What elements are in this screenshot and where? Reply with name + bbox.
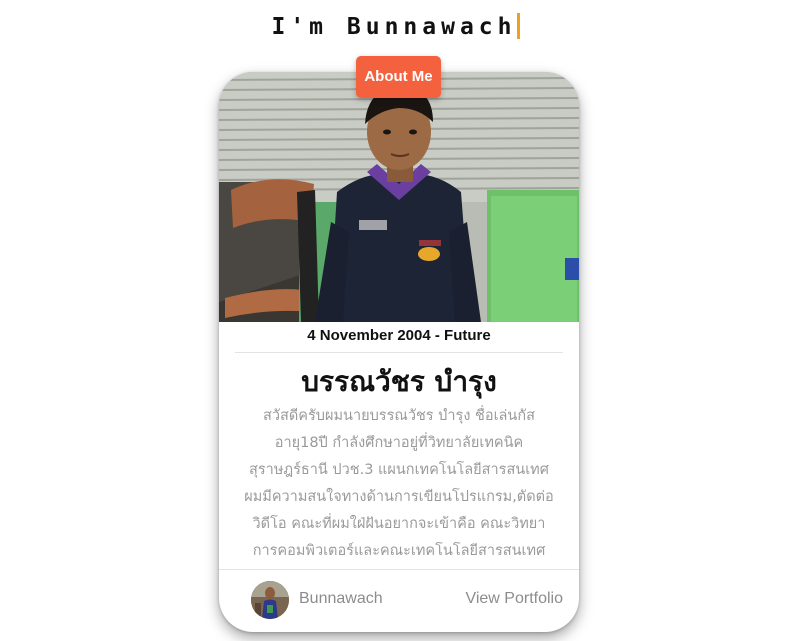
typing-title: I'm Bunnawach [0,12,791,42]
bio-line: สวัสดีครับผมนายบรรณวัชร บำรุง ชื่อเล่นกั… [263,408,535,424]
profile-photo [219,72,579,322]
divider [235,352,563,353]
bio-line: อายุ18ปี กำลังศึกษาอยู่ที่วิทยาลัยเทคนิค [274,435,524,451]
bio-line: วิดีโอ คณะที่ผมใฝ่ฝันอยากจะเข้าคือ คณะวิ… [252,516,546,532]
page: I'm Bunnawach About Me 4 November 2004 -… [0,0,791,641]
bio-line: การคอมพิวเตอร์และคณะเทคโนโลยีสารสนเทศ [252,543,546,559]
bio-line: ผมมีความสนใจทางด้านการเขียนโปรแกรม,ตัดต่… [244,489,554,505]
username: Bunnawach [299,590,383,607]
date-range: 4 November 2004 - Future [307,327,491,344]
bio-line: สุราษฎร์ธานี ปวช.3 แผนกเทคโนโลยีสารสนเทศ [249,462,549,478]
about-me-button[interactable]: About Me [356,56,441,98]
bio-text: สวัสดีครับผมนายบรรณวัชร บำรุง ชื่อเล่นกั… [239,403,559,565]
card-footer: Bunnawach View Portfolio [219,570,579,632]
profile-name: บรรณวัชร บำรุง [301,365,497,398]
view-portfolio-link[interactable]: View Portfolio [465,590,563,608]
profile-card: 4 November 2004 - Future บรรณวัชร บำรุง … [219,72,579,632]
avatar [251,581,289,619]
typing-caret [516,13,520,39]
typed-title-text: I'm Bunnawach [271,14,517,40]
